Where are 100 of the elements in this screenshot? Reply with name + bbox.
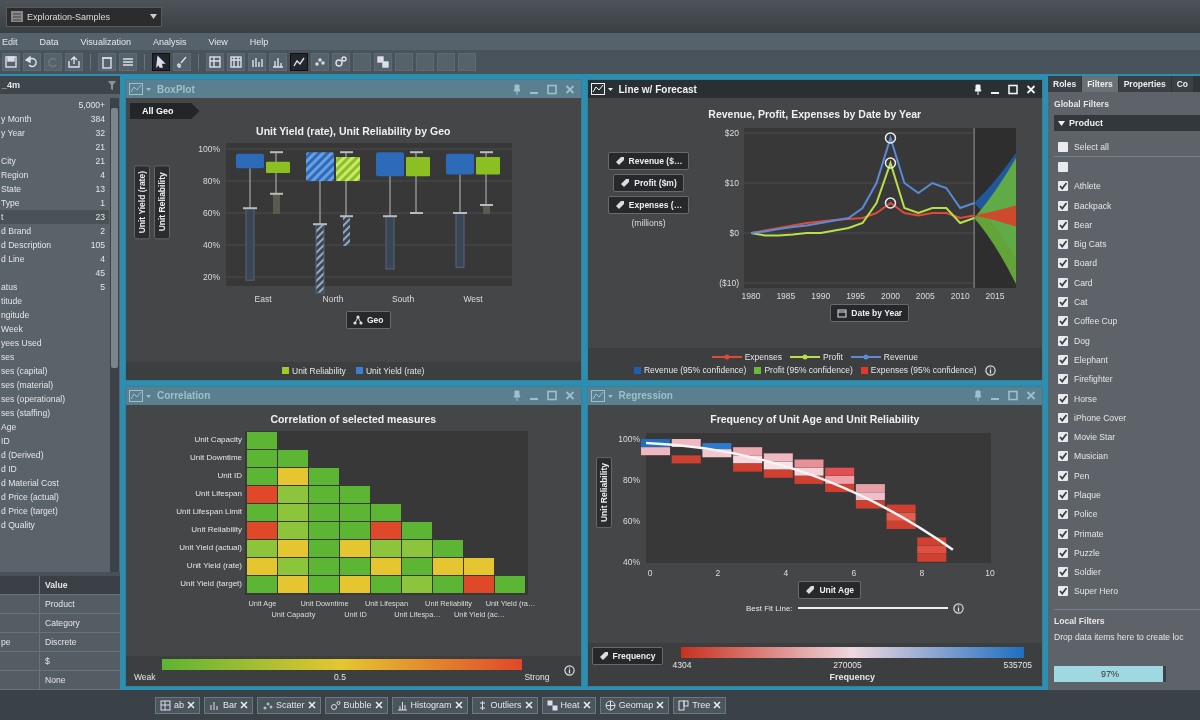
checkbox-label: Big Cats bbox=[1074, 239, 1107, 250]
scale-label: Strong bbox=[524, 672, 550, 682]
row-label: Unit Downtime bbox=[190, 451, 242, 464]
checkbox-label: Board bbox=[1074, 258, 1097, 269]
legend-label: Expenses (95% confidence) bbox=[870, 365, 977, 375]
checkbox-label: Soldier bbox=[1074, 567, 1101, 578]
axis-tick-label: 1990 bbox=[810, 291, 830, 301]
tab-label: Bubble bbox=[343, 700, 372, 710]
unit-note: (millions) bbox=[631, 218, 666, 228]
checkbox-label: Police bbox=[1074, 509, 1098, 520]
item-count: 13 bbox=[95, 184, 105, 194]
checkbox-label: Athlete bbox=[1074, 181, 1101, 192]
panel-title: Line w/ Forecast bbox=[618, 83, 698, 95]
category-label: West bbox=[463, 294, 483, 304]
field-name: ses bbox=[1, 352, 15, 362]
field-name: atus bbox=[1, 282, 18, 292]
axis-tick-label: 1980 bbox=[741, 291, 760, 301]
field-name: ses (staffing) bbox=[1, 408, 51, 418]
axis-tick-label: 1995 bbox=[845, 291, 865, 301]
item-count: 32 bbox=[95, 128, 105, 138]
checkbox-label: iPhone Cover bbox=[1074, 412, 1127, 423]
field-name: Age bbox=[1, 422, 17, 432]
axis-tick-label: 60% bbox=[622, 515, 640, 526]
row-label: Unit Yield (rate) bbox=[186, 559, 242, 572]
field-name: Type bbox=[1, 198, 20, 208]
axis-tick-label: 60% bbox=[203, 208, 220, 218]
field-name: d (Derived) bbox=[1, 450, 44, 460]
axis-tick-label: 80% bbox=[203, 176, 220, 186]
tab-label: Tree bbox=[692, 700, 711, 710]
item-count: 45 bbox=[95, 268, 105, 278]
axis-tick-label: 1985 bbox=[775, 291, 795, 301]
checkbox-label: Pen bbox=[1074, 470, 1090, 481]
axis-tick-label: ($10) bbox=[718, 278, 739, 288]
panel-title: Correlation bbox=[157, 390, 212, 401]
checkbox-label: Select all bbox=[1074, 141, 1109, 152]
tab-label: Heat bbox=[560, 700, 580, 710]
legend-label: Expenses bbox=[744, 351, 782, 362]
field-name: ses (operational) bbox=[1, 394, 65, 404]
checkbox-label: Horse bbox=[1074, 393, 1097, 404]
checkbox-label: Elephant bbox=[1074, 354, 1108, 365]
checkbox-label: Bear bbox=[1074, 219, 1093, 230]
field-name: yees Used bbox=[1, 338, 42, 348]
tab-label: Outliers bbox=[490, 700, 522, 710]
checkbox-label: Primate bbox=[1074, 528, 1104, 539]
field-name: City bbox=[1, 156, 16, 166]
field-name: y Month bbox=[1, 114, 32, 124]
scale-label: 270005 bbox=[833, 660, 862, 670]
field-name: ses (capital) bbox=[1, 366, 48, 376]
checkbox-label: Coffee Cup bbox=[1074, 316, 1118, 327]
field-name: d Brand bbox=[1, 226, 32, 236]
row-label: Unit Yield (target) bbox=[180, 577, 242, 590]
chart-title: Frequency of Unit Age and Unit Reliability bbox=[709, 412, 921, 425]
axis-tick-label: $0 bbox=[729, 228, 739, 238]
checkbox-label: Firefighter bbox=[1074, 374, 1113, 385]
column-header: Value bbox=[44, 580, 68, 590]
checkbox-label: Musician bbox=[1074, 451, 1108, 462]
axis-tick-label: 80% bbox=[622, 474, 640, 485]
field-name: titude bbox=[1, 296, 23, 306]
scale-label: 535705 bbox=[1003, 660, 1032, 670]
legend-label: Unit Yield (rate) bbox=[365, 365, 425, 376]
checkbox-label: Dog bbox=[1074, 335, 1090, 346]
checkbox-label: Puzzle bbox=[1074, 547, 1100, 558]
axis-tick-label: 2005 bbox=[915, 291, 935, 301]
axis-tick-label: 2015 bbox=[985, 291, 1005, 301]
item-count: 105 bbox=[90, 240, 105, 250]
tab-label: Scatter bbox=[276, 700, 305, 710]
legend-label: Profit (95% confidence) bbox=[764, 365, 853, 375]
panel-title: Regression bbox=[618, 390, 674, 401]
axis-tick-label: 8 bbox=[919, 567, 924, 578]
item-count: 4 bbox=[100, 170, 105, 180]
field-name: ID bbox=[1, 436, 10, 446]
legend-label: Profit bbox=[823, 351, 843, 362]
checkbox-label: Movie Star bbox=[1074, 432, 1116, 443]
field-name: d Line bbox=[1, 254, 25, 264]
axis-tick-label: 100% bbox=[617, 433, 640, 444]
legend-label: Revenue bbox=[883, 351, 918, 362]
checkbox-label: Cat bbox=[1074, 297, 1088, 307]
chart-title: Unit Yield (rate), Unit Reliability by Geo bbox=[255, 125, 452, 137]
axis-tick-label: 40% bbox=[203, 240, 220, 250]
row-label: Unit Lifespan Limit bbox=[176, 505, 242, 518]
field-name: d Material Cost bbox=[1, 478, 59, 488]
tab-label: Geomap bbox=[618, 700, 654, 710]
field-name: t bbox=[1, 212, 4, 222]
row-label: Unit Reliability bbox=[191, 523, 242, 536]
row-label: Unit Capacity bbox=[194, 433, 242, 446]
category-label: South bbox=[391, 294, 415, 304]
item-count: 5 bbox=[100, 282, 105, 292]
axis-tick-label: 2000 bbox=[880, 291, 900, 301]
tab-label: Histogram bbox=[410, 700, 452, 710]
row-label: Unit Yield (actual) bbox=[179, 541, 242, 554]
field-name: d Description bbox=[1, 240, 52, 250]
item-count: 21 bbox=[95, 156, 105, 166]
item-count: 1 bbox=[100, 198, 105, 208]
checkbox-label: Backpack bbox=[1074, 200, 1112, 211]
axis-tick-label: $20 bbox=[724, 128, 739, 138]
axis-tick-label: 100% bbox=[198, 144, 220, 154]
panel-title: BoxPlot bbox=[157, 83, 196, 95]
legend-label: Revenue (95% confidence) bbox=[643, 365, 747, 375]
section-heading: Global Filters bbox=[1054, 98, 1110, 111]
axis-tick-label: 40% bbox=[622, 556, 640, 567]
